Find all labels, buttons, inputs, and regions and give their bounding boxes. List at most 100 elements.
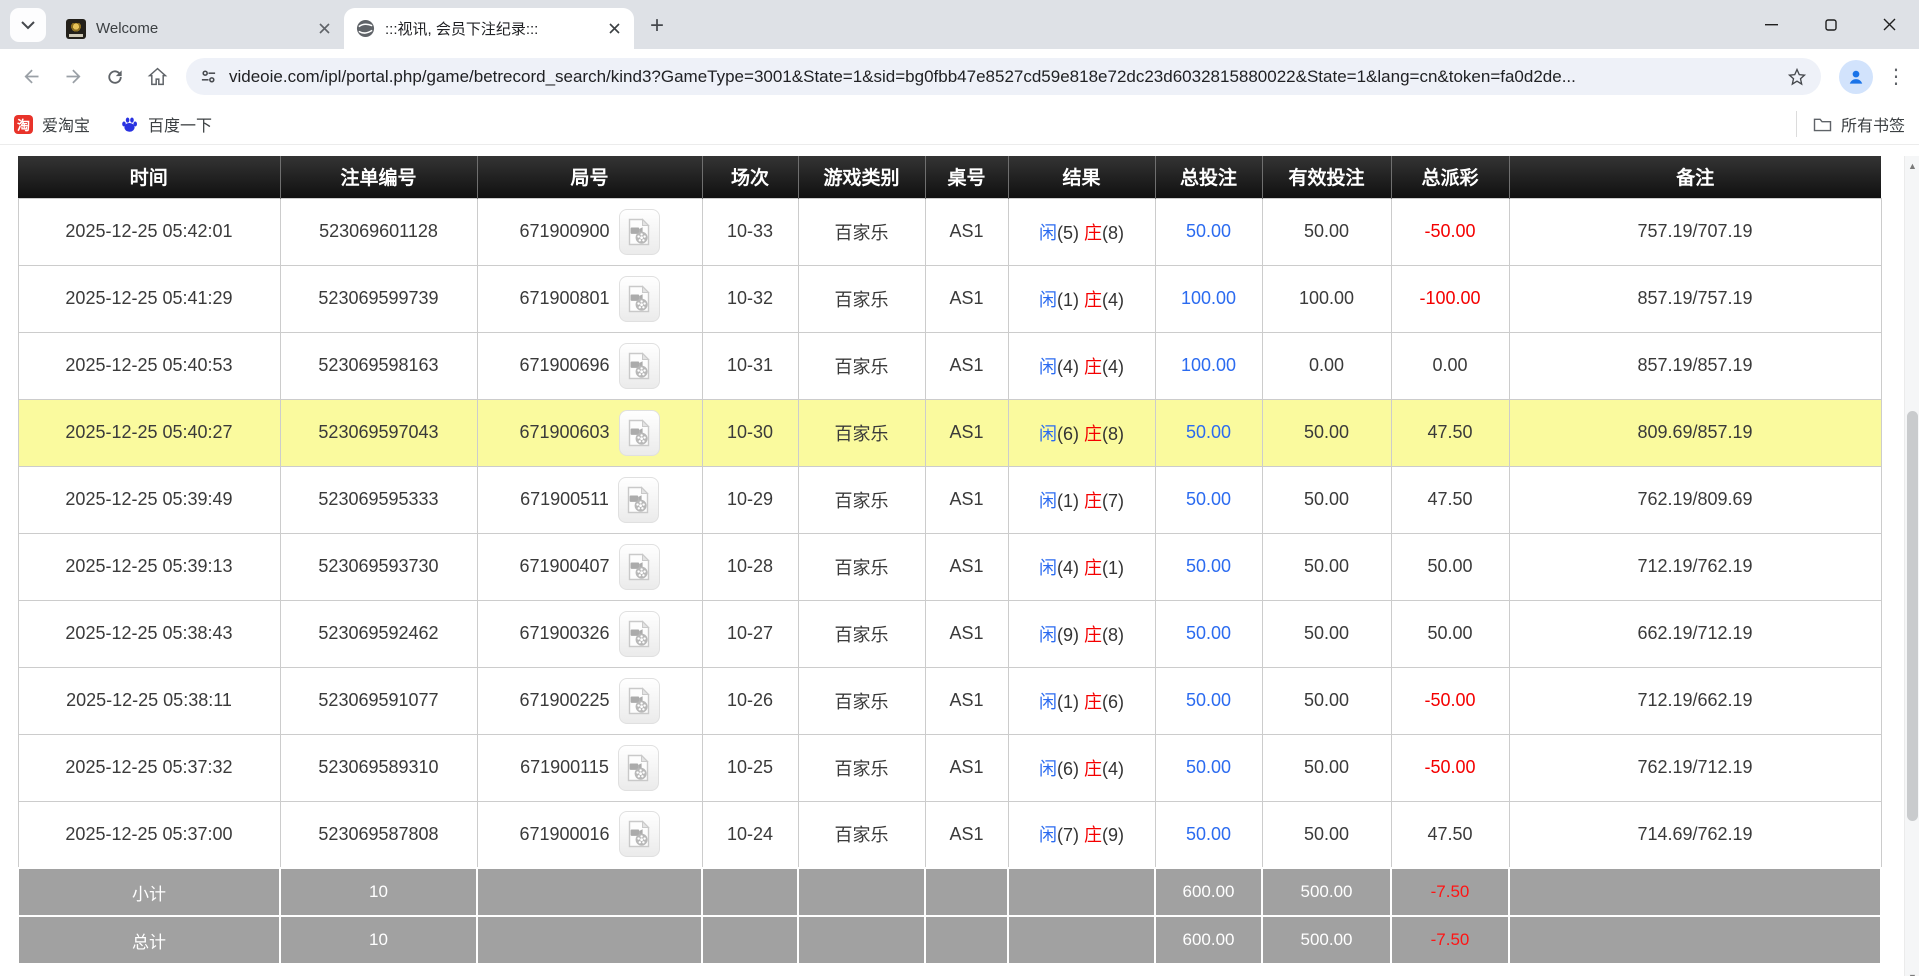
vertical-scrollbar[interactable]: ▲ ▼ bbox=[1904, 156, 1919, 976]
bet-id-cell: 523069587808 bbox=[280, 801, 477, 868]
site-settings-icon[interactable] bbox=[200, 68, 217, 85]
footer-count-cell: 10 bbox=[280, 868, 477, 916]
banker-points: (9) bbox=[1102, 825, 1124, 845]
bookmark-label: 爱淘宝 bbox=[42, 112, 90, 136]
forward-button[interactable] bbox=[52, 56, 94, 98]
new-tab-button[interactable]: + bbox=[642, 11, 672, 41]
chevron-down-icon bbox=[21, 21, 35, 30]
time-cell: 2025-12-25 05:38:11 bbox=[18, 667, 280, 734]
scroll-up-icon[interactable]: ▲ bbox=[1905, 158, 1919, 174]
table-row: 2025-12-25 05:40:53523069598163671900696… bbox=[18, 332, 1881, 399]
remark-cell: 712.19/662.19 bbox=[1509, 667, 1881, 734]
player-result: 闲 bbox=[1039, 825, 1057, 845]
bookmark-star-icon[interactable] bbox=[1787, 67, 1807, 87]
column-header: 注单编号 bbox=[280, 156, 477, 198]
maximize-icon bbox=[1825, 19, 1837, 31]
video-playback-button[interactable] bbox=[619, 811, 660, 857]
player-points: (1) bbox=[1057, 290, 1084, 310]
player-points: (4) bbox=[1057, 558, 1084, 578]
video-playback-button[interactable] bbox=[619, 276, 660, 322]
video-record-icon bbox=[627, 285, 651, 313]
scroll-down-icon[interactable]: ▼ bbox=[1905, 969, 1919, 976]
maximize-button[interactable] bbox=[1801, 0, 1860, 49]
tab-betrecord[interactable]: :::视讯, 会员下注纪录::: bbox=[344, 8, 634, 49]
footer-empty-cell bbox=[1509, 868, 1881, 916]
game-type-cell: 百家乐 bbox=[798, 734, 925, 801]
bet-id-cell: 523069599739 bbox=[280, 265, 477, 332]
game-type-cell: 百家乐 bbox=[798, 332, 925, 399]
profile-avatar[interactable] bbox=[1839, 60, 1873, 94]
video-record-icon bbox=[627, 218, 651, 246]
table-no-cell: AS1 bbox=[925, 600, 1008, 667]
round-number: 671900326 bbox=[519, 623, 609, 644]
banker-points: (8) bbox=[1102, 223, 1124, 243]
video-record-icon bbox=[627, 820, 651, 848]
table-no-cell: AS1 bbox=[925, 734, 1008, 801]
remark-cell: 762.19/712.19 bbox=[1509, 734, 1881, 801]
video-playback-button[interactable] bbox=[619, 611, 660, 657]
column-header: 总投注 bbox=[1155, 156, 1262, 198]
footer-total-bet-cell: 600.00 bbox=[1155, 916, 1262, 964]
result-cell: 闲(1) 庄(6) bbox=[1008, 667, 1155, 734]
video-playback-button[interactable] bbox=[619, 544, 660, 590]
round-number: 671900696 bbox=[519, 355, 609, 376]
total-bet-cell: 50.00 bbox=[1155, 466, 1262, 533]
footer-empty-cell bbox=[702, 868, 798, 916]
tab-welcome[interactable]: Welcome bbox=[54, 8, 344, 49]
round-number: 671900603 bbox=[519, 422, 609, 443]
back-button[interactable] bbox=[10, 56, 52, 98]
session-cell: 10-32 bbox=[702, 265, 798, 332]
video-playback-button[interactable] bbox=[619, 343, 660, 389]
game-type-cell: 百家乐 bbox=[798, 801, 925, 868]
browser-menu-icon[interactable]: ⋮ bbox=[1883, 58, 1909, 96]
table-footer: 小计10600.00500.00-7.50总计10600.00500.00-7.… bbox=[18, 868, 1881, 964]
bet-id-cell: 523069597043 bbox=[280, 399, 477, 466]
remark-cell: 712.19/762.19 bbox=[1509, 533, 1881, 600]
footer-count-cell: 10 bbox=[280, 916, 477, 964]
bookmark-aitaobao[interactable]: 淘 爱淘宝 bbox=[14, 112, 90, 136]
session-cell: 10-33 bbox=[702, 198, 798, 265]
remark-cell: 757.19/707.19 bbox=[1509, 198, 1881, 265]
footer-empty-cell bbox=[1509, 916, 1881, 964]
tab-search-button[interactable] bbox=[10, 8, 46, 42]
video-playback-button[interactable] bbox=[619, 410, 660, 456]
bet-id-cell: 523069593730 bbox=[280, 533, 477, 600]
payout-cell: -100.00 bbox=[1391, 265, 1509, 332]
url-text[interactable]: videoie.com/ipl/portal.php/game/betrecor… bbox=[229, 67, 1777, 87]
game-type-cell: 百家乐 bbox=[798, 533, 925, 600]
round-cell: 671900511 bbox=[477, 466, 702, 533]
game-type-cell: 百家乐 bbox=[798, 667, 925, 734]
close-tab-icon[interactable] bbox=[604, 19, 624, 39]
close-tab-icon[interactable] bbox=[314, 19, 334, 39]
payout-cell: -50.00 bbox=[1391, 734, 1509, 801]
video-playback-button[interactable] bbox=[619, 209, 660, 255]
video-playback-button[interactable] bbox=[619, 678, 660, 724]
scrollbar-thumb[interactable] bbox=[1907, 411, 1918, 821]
video-playback-button[interactable] bbox=[618, 477, 659, 523]
round-wrap: 671900407 bbox=[478, 544, 702, 590]
total-bet-cell: 100.00 bbox=[1155, 265, 1262, 332]
bookmarks-bar: 淘 爱淘宝 百度一下 所有书签 bbox=[0, 104, 1919, 145]
player-result: 闲 bbox=[1039, 223, 1057, 243]
result-cell: 闲(6) 庄(8) bbox=[1008, 399, 1155, 466]
bookmark-baidu[interactable]: 百度一下 bbox=[120, 112, 212, 136]
refresh-button[interactable] bbox=[94, 56, 136, 98]
valid-bet-cell: 50.00 bbox=[1262, 734, 1391, 801]
video-playback-button[interactable] bbox=[618, 745, 659, 791]
url-bar[interactable]: videoie.com/ipl/portal.php/game/betrecor… bbox=[186, 58, 1821, 95]
banker-points: (4) bbox=[1102, 290, 1124, 310]
table-no-cell: AS1 bbox=[925, 667, 1008, 734]
column-header: 备注 bbox=[1509, 156, 1881, 198]
footer-valid-bet-cell: 500.00 bbox=[1262, 868, 1391, 916]
close-window-button[interactable] bbox=[1860, 0, 1919, 49]
minimize-button[interactable] bbox=[1742, 0, 1801, 49]
valid-bet-cell: 0.00 bbox=[1262, 332, 1391, 399]
round-wrap: 671900696 bbox=[478, 343, 702, 389]
footer-empty-cell bbox=[925, 868, 1008, 916]
all-bookmarks[interactable]: 所有书签 bbox=[1796, 111, 1905, 137]
home-button[interactable] bbox=[136, 56, 178, 98]
session-cell: 10-28 bbox=[702, 533, 798, 600]
round-cell: 671900115 bbox=[477, 734, 702, 801]
result-cell: 闲(1) 庄(7) bbox=[1008, 466, 1155, 533]
video-record-icon bbox=[627, 352, 651, 380]
